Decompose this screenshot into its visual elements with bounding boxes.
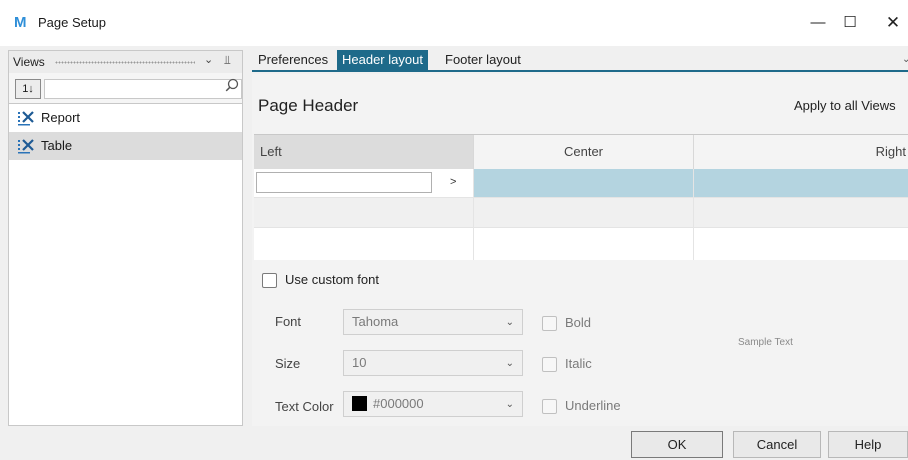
column-header-left[interactable]: Left bbox=[254, 135, 474, 169]
checkbox-box[interactable] bbox=[262, 273, 277, 289]
tab-header-layout[interactable]: Header layout bbox=[337, 50, 428, 70]
grid-cell[interactable] bbox=[474, 227, 694, 260]
italic-label: Italic bbox=[565, 356, 592, 371]
bold-checkbox[interactable]: Bold bbox=[542, 315, 592, 332]
text-color-select[interactable]: #000000 ⌄ bbox=[343, 391, 523, 417]
views-panel-header: Views ⌄ ⫫ bbox=[9, 51, 242, 73]
ok-button[interactable]: OK bbox=[631, 431, 723, 458]
chevron-down-icon: ⌄ bbox=[505, 317, 514, 328]
font-select[interactable]: Tahoma ⌄ bbox=[343, 309, 523, 335]
tab-preferences[interactable]: Preferences bbox=[255, 50, 331, 70]
chevron-down-icon: ⌄ bbox=[505, 358, 514, 369]
cancel-button[interactable]: Cancel bbox=[733, 431, 821, 458]
page-header-title: Page Header bbox=[258, 96, 359, 115]
tab-bar: Preferences Header layout Footer layout … bbox=[252, 50, 908, 72]
left-header-input[interactable] bbox=[256, 172, 432, 193]
maximize-button[interactable]: ☐ bbox=[837, 10, 863, 36]
header-layout-content: Page Header Apply to all Views Left Cent… bbox=[252, 74, 908, 426]
bold-label: Bold bbox=[565, 315, 592, 330]
checkbox-label: Use custom font bbox=[285, 272, 379, 287]
font-select-value: Tahoma bbox=[352, 314, 399, 329]
help-button[interactable]: Help bbox=[828, 431, 908, 458]
tab-footer-layout[interactable]: Footer layout bbox=[442, 50, 524, 70]
column-header-center[interactable]: Center bbox=[474, 135, 694, 169]
size-select-value: 10 bbox=[352, 355, 367, 370]
views-search-input[interactable] bbox=[44, 79, 242, 99]
pin-icon[interactable]: ⫫ bbox=[224, 53, 231, 68]
app-logo-icon: M bbox=[14, 14, 27, 31]
title-bar: M Page Setup — ☐ ✕ bbox=[0, 0, 908, 46]
checkbox-box[interactable] bbox=[542, 399, 557, 415]
use-custom-font-checkbox[interactable]: Use custom font bbox=[262, 272, 379, 289]
grid-view-icon bbox=[18, 139, 34, 154]
search-icon[interactable] bbox=[225, 78, 239, 92]
text-color-label: Text Color bbox=[275, 399, 334, 414]
italic-checkbox[interactable]: Italic bbox=[542, 356, 592, 373]
grid-cell[interactable] bbox=[694, 197, 908, 227]
views-list: Report Table bbox=[9, 103, 242, 425]
grid-cell[interactable] bbox=[254, 197, 474, 227]
grid-cell[interactable] bbox=[694, 227, 908, 260]
view-item-label: Table bbox=[41, 138, 73, 153]
expand-button[interactable]: > bbox=[450, 176, 456, 188]
header-grid: Left Center Right > bbox=[254, 134, 908, 260]
sort-button[interactable]: 1↓ bbox=[15, 79, 41, 99]
minimize-button[interactable]: — bbox=[805, 10, 831, 36]
size-select[interactable]: 10 ⌄ bbox=[343, 350, 523, 376]
column-header-right[interactable]: Right bbox=[694, 135, 908, 169]
views-panel-title: Views bbox=[13, 55, 45, 69]
color-swatch bbox=[352, 396, 367, 412]
view-item-table[interactable]: Table bbox=[9, 132, 242, 160]
drag-grip-icon[interactable] bbox=[55, 61, 195, 64]
checkbox-box[interactable] bbox=[542, 357, 557, 373]
grid-cell-left[interactable]: > bbox=[254, 169, 474, 197]
underline-checkbox[interactable]: Underline bbox=[542, 398, 621, 415]
sample-text-preview: Sample Text bbox=[738, 337, 793, 348]
size-label: Size bbox=[275, 356, 301, 371]
grid-cell-center[interactable] bbox=[474, 169, 694, 197]
close-button[interactable]: ✕ bbox=[880, 10, 906, 36]
text-color-value: #000000 bbox=[373, 396, 424, 411]
underline-label: Underline bbox=[565, 398, 621, 413]
grid-cell-right[interactable] bbox=[694, 169, 908, 197]
chevron-down-icon[interactable]: ⌄ bbox=[204, 53, 213, 66]
grid-cell[interactable] bbox=[474, 197, 694, 227]
views-panel: Views ⌄ ⫫ 1↓ Report Table bbox=[8, 50, 243, 426]
font-label: Font bbox=[275, 314, 302, 329]
view-item-report[interactable]: Report bbox=[9, 104, 242, 132]
tab-overflow-chevron-icon[interactable]: ⌄ bbox=[902, 54, 908, 65]
checkbox-box[interactable] bbox=[542, 316, 557, 332]
window-title: Page Setup bbox=[38, 15, 106, 30]
apply-to-all-views-link[interactable]: Apply to all Views bbox=[794, 98, 896, 113]
view-item-label: Report bbox=[41, 110, 81, 125]
grid-cell[interactable] bbox=[254, 227, 474, 260]
chevron-down-icon: ⌄ bbox=[505, 399, 514, 410]
grid-view-icon bbox=[18, 111, 34, 126]
